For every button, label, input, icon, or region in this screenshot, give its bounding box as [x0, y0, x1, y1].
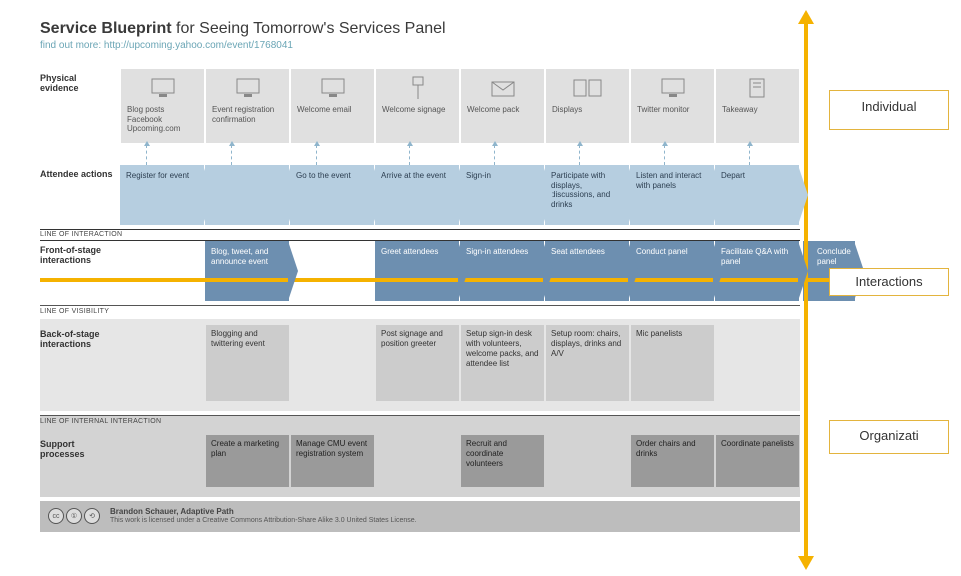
- support-box: Recruit and coordinate volunteers: [461, 435, 544, 487]
- service-blueprint-diagram: Service Blueprint for Seeing Tomorrow's …: [40, 20, 800, 532]
- blueprint-grid: Physical evidence Blog posts Facebook Up…: [40, 69, 800, 532]
- attendee-step: Arrive at the event: [375, 165, 459, 225]
- document-icon: [747, 73, 769, 103]
- back-stage-box: Mic panelists: [631, 325, 714, 401]
- lane-attendee-actions: Attendee actions: [40, 165, 120, 179]
- physical-evidence-cell: Welcome email: [291, 69, 374, 143]
- back-stage-box: Blogging and twittering event: [206, 325, 289, 401]
- attendee-step: [205, 165, 289, 225]
- physical-evidence-cell: Welcome signage: [376, 69, 459, 143]
- attendee-step: Participate with displays, discussions, …: [545, 165, 629, 225]
- line-of-internal-interaction: LINE OF INTERNAL INTERACTION: [40, 415, 800, 429]
- lane-back-stage: Back-of-stage interactions: [40, 325, 120, 349]
- physical-evidence-cell: Blog posts Facebook Upcoming.com: [121, 69, 204, 143]
- physical-evidence-cell: Event registration confirmation: [206, 69, 289, 143]
- monitor-icon: [320, 73, 346, 103]
- monitor-icon: [660, 73, 686, 103]
- license-text: This work is licensed under a Creative C…: [110, 517, 417, 524]
- monitor-icon: [150, 73, 176, 103]
- front-stage-step: Facilitate Q&A with panel Conclude panel: [715, 241, 799, 301]
- back-stage-box: Setup room: chairs, displays, drinks and…: [546, 325, 629, 401]
- physical-evidence-cell: Welcome pack: [461, 69, 544, 143]
- sign-icon: [405, 73, 431, 103]
- lane-physical-evidence: Physical evidence: [40, 69, 120, 93]
- monitor-icon: [235, 73, 261, 103]
- displays-icon: [573, 73, 603, 103]
- annotation-interactions: Interactions: [829, 268, 949, 296]
- support-box: Manage CMU event registration system: [291, 435, 374, 487]
- attendee-step: Depart: [715, 165, 799, 225]
- physical-evidence-cell: Twitter monitor: [631, 69, 714, 143]
- author: Brandon Schauer, Adaptive Path: [110, 507, 234, 516]
- physical-evidence-cell: Takeaway: [716, 69, 799, 143]
- front-stage-step: Conduct panel: [630, 241, 714, 301]
- lane-support: Support processes: [40, 435, 120, 459]
- support-band: Support processes Create a marketing pla…: [40, 429, 800, 497]
- attendee-step: Go to the event: [290, 165, 374, 225]
- back-stage-box: Setup sign-in desk with volunteers, welc…: [461, 325, 544, 401]
- title-bold: Service Blueprint: [40, 20, 172, 37]
- subtitle-link[interactable]: http://upcoming.yahoo.com/event/1768041: [104, 40, 293, 51]
- annotation-individual: Individual: [829, 90, 949, 130]
- support-box: Create a marketing plan: [206, 435, 289, 487]
- line-of-interaction: LINE OF INTERACTION: [40, 229, 800, 241]
- diagram-subtitle: find out more: http://upcoming.yahoo.com…: [40, 40, 800, 51]
- attendee-step: Listen and interact with panels: [630, 165, 714, 225]
- front-stage-step: Blog, tweet, and announce event: [205, 241, 289, 301]
- cc-license-icon: cc①⟲: [48, 508, 100, 524]
- support-box: Coordinate panelists: [716, 435, 799, 487]
- title-rest: for Seeing Tomorrow's Services Panel: [172, 20, 446, 37]
- footer: cc①⟲ Brandon Schauer, Adaptive PathThis …: [40, 501, 800, 532]
- lane-front-stage: Front-of-stage interactions: [40, 241, 120, 265]
- attendee-step: Register for event: [120, 165, 204, 225]
- diagram-title: Service Blueprint for Seeing Tomorrow's …: [40, 20, 800, 38]
- line-of-visibility: LINE OF VISIBILITY: [40, 305, 800, 319]
- front-stage-step: Seat attendees: [545, 241, 629, 301]
- front-stage-step: Greet attendees: [375, 241, 459, 301]
- support-box: Order chairs and drinks: [631, 435, 714, 487]
- attendee-step: Sign-in: [460, 165, 544, 225]
- physical-evidence-cell: Displays: [546, 69, 629, 143]
- annotation-organization: Organizati: [829, 420, 949, 454]
- back-stage-box: Post signage and position greeter: [376, 325, 459, 401]
- front-stage-step: Sign-in attendees: [460, 241, 544, 301]
- back-stage-band: Back-of-stage interactions Blogging and …: [40, 319, 800, 411]
- envelope-icon: [490, 73, 516, 103]
